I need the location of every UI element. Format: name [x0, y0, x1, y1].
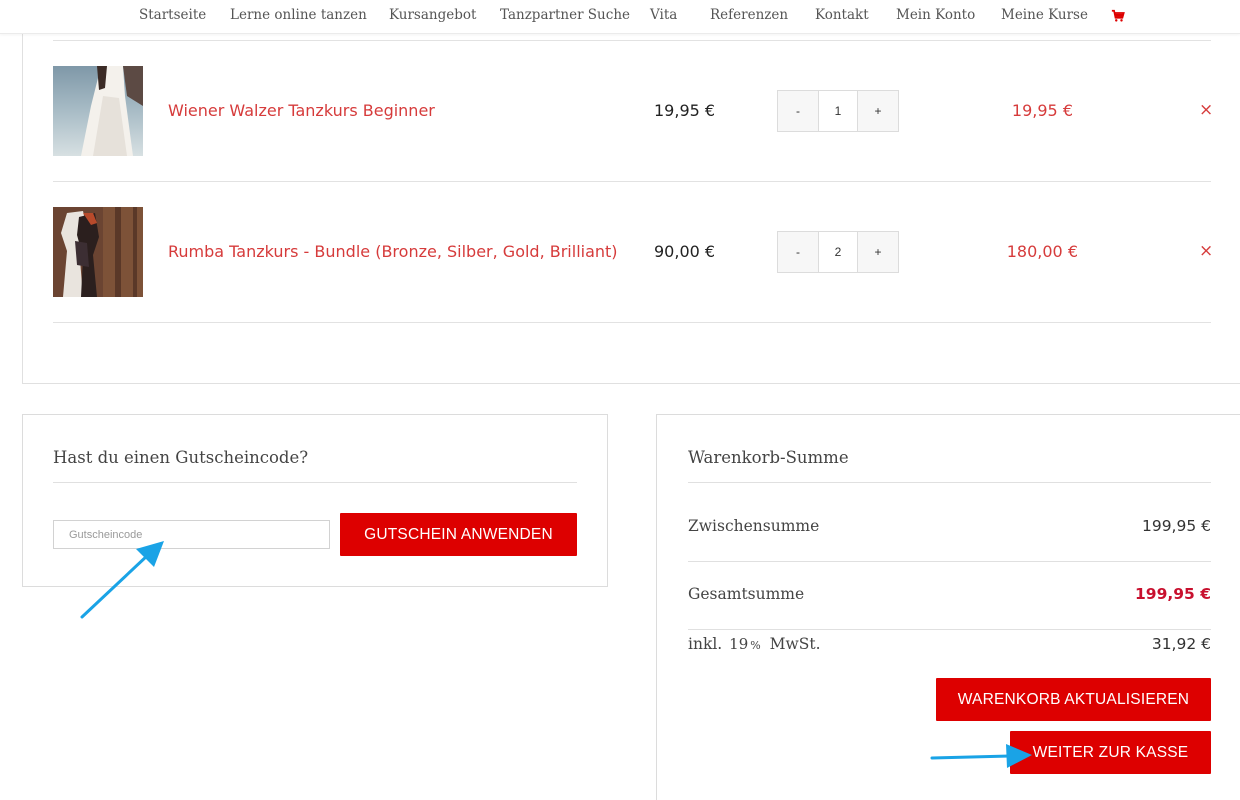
quantity-input[interactable]: 2: [818, 232, 858, 272]
subtotal-label: Zwischensumme: [688, 517, 820, 535]
nav-item-meine-kurse[interactable]: Meine Kurse: [1001, 7, 1088, 23]
totals-divider: [688, 629, 1211, 630]
product-thumbnail-wiener-walzer[interactable]: [53, 66, 143, 156]
line-subtotal: 19,95 €: [1011, 101, 1073, 120]
nav-item-mein-konto[interactable]: Mein Konto: [896, 7, 975, 23]
total-label: Gesamtsumme: [688, 585, 805, 603]
totals-divider: [688, 482, 1211, 483]
cart-table: [22, 0, 1240, 384]
tax-rate: 19: [729, 635, 749, 653]
remove-item-icon[interactable]: ×: [1199, 241, 1213, 261]
nav-item-vita[interactable]: Vita: [650, 7, 677, 23]
proceed-to-checkout-button[interactable]: WEITER ZUR KASSE: [1010, 731, 1211, 774]
total-value: 199,95 €: [1135, 585, 1211, 603]
tax-percent-sign: %: [750, 639, 761, 652]
quantity-increase-button[interactable]: +: [858, 91, 898, 131]
row-divider: [53, 322, 1211, 323]
remove-item-icon[interactable]: ×: [1199, 100, 1213, 120]
quantity-decrease-button[interactable]: -: [778, 232, 818, 272]
quantity-input[interactable]: 1: [818, 91, 858, 131]
nav-item-kontakt[interactable]: Kontakt: [815, 7, 869, 23]
tax-info: inkl. 19% MwSt.: [688, 635, 821, 653]
shopping-cart-icon[interactable]: [1111, 9, 1125, 23]
apply-coupon-button[interactable]: GUTSCHEIN ANWENDEN: [340, 513, 577, 556]
product-price: 19,95 €: [654, 101, 716, 120]
quantity-stepper: - 1 +: [777, 90, 899, 132]
top-navigation: Startseite Lerne online tanzen Kursangeb…: [0, 0, 1240, 34]
coupon-divider: [53, 482, 577, 483]
product-price: 90,00 €: [654, 242, 716, 261]
product-thumbnail-rumba[interactable]: [53, 207, 143, 297]
cart-totals-title: Warenkorb-Summe: [688, 448, 849, 467]
update-cart-button[interactable]: WARENKORB AKTUALISIEREN: [936, 678, 1211, 721]
product-name-link[interactable]: Rumba Tanzkurs - Bundle (Bronze, Silber,…: [168, 242, 618, 261]
nav-item-lerne-online-tanzen[interactable]: Lerne online tanzen: [230, 7, 367, 23]
nav-item-startseite[interactable]: Startseite: [139, 7, 206, 23]
totals-divider: [688, 561, 1211, 562]
quantity-stepper: - 2 +: [777, 231, 899, 273]
line-subtotal: 180,00 €: [1006, 242, 1078, 261]
tax-value: 31,92 €: [1151, 635, 1211, 653]
coupon-title: Hast du einen Gutscheincode?: [53, 448, 309, 467]
tax-suffix: MwSt.: [769, 635, 821, 653]
nav-item-referenzen[interactable]: Referenzen: [710, 7, 788, 23]
row-divider: [53, 181, 1211, 182]
tax-prefix: inkl.: [688, 635, 723, 653]
annotation-arrow-icon: [930, 744, 1032, 768]
quantity-decrease-button[interactable]: -: [778, 91, 818, 131]
nav-item-kursangebot[interactable]: Kursangebot: [389, 7, 476, 23]
subtotal-value: 199,95 €: [1141, 517, 1211, 535]
row-divider: [53, 40, 1211, 41]
nav-item-tanzpartner-suche[interactable]: Tanzpartner Suche: [500, 7, 630, 23]
product-name-link[interactable]: Wiener Walzer Tanzkurs Beginner: [168, 101, 435, 120]
quantity-increase-button[interactable]: +: [858, 232, 898, 272]
annotation-arrow-icon: [80, 541, 164, 619]
